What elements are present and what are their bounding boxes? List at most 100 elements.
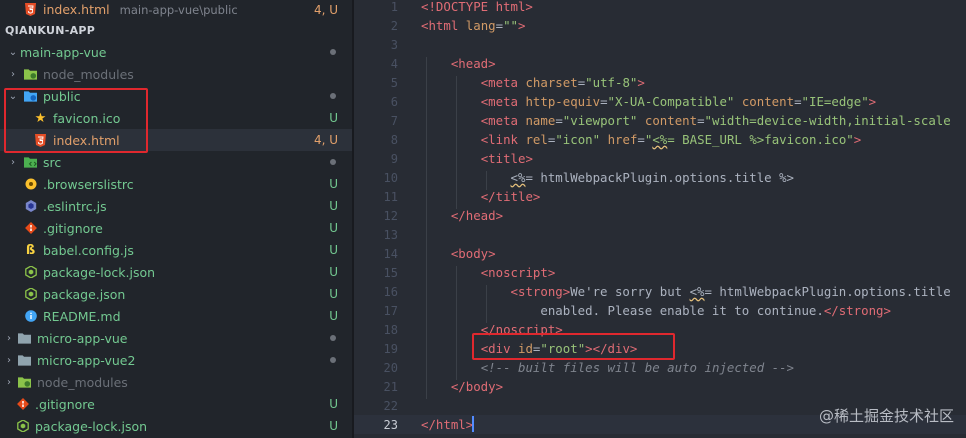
code-line[interactable]: 17 enabled. Please enable it to continue… (354, 301, 966, 320)
code-line[interactable]: 4 <head> (354, 54, 966, 73)
code-line[interactable]: 5 <meta charset="utf-8"> (354, 73, 966, 92)
code-line[interactable]: 8 <link rel="icon" href="<%= BASE_URL %>… (354, 130, 966, 149)
git-badge: U (329, 199, 338, 213)
line-number: 11 (383, 189, 398, 204)
chevron-right-icon: › (7, 332, 11, 344)
chevron-right-icon: › (7, 376, 11, 388)
file-gitignore[interactable]: .gitignore U (0, 217, 352, 239)
code-text: <link rel="icon" href="<%= BASE_URL %>fa… (480, 132, 862, 147)
git-badge: U (329, 221, 338, 235)
code-editor[interactable]: 1 <!DOCTYPE html> 2 <html lang=""> 3 4 <head>… (354, 0, 966, 438)
code-line[interactable]: 21 </body> (354, 377, 966, 396)
tree-item-label: package.json (43, 286, 126, 302)
tree-item-label: babel.config.js (43, 242, 134, 258)
line-number: 16 (383, 284, 398, 299)
folder-micro-app-vue[interactable]: › micro-app-vue (0, 327, 352, 349)
folder-src[interactable]: › src (0, 151, 352, 173)
line-number: 10 (383, 170, 398, 185)
code-line[interactable]: 11 </title> (354, 187, 966, 206)
tree-item-label: node_modules (43, 66, 134, 82)
code-line[interactable]: 20 <!-- built files will be auto injecte… (354, 358, 966, 377)
code-text: <head> (450, 56, 496, 71)
code-text: <%= htmlWebpackPlugin.options.title %> (510, 170, 795, 185)
line-number: 13 (383, 227, 398, 242)
code-line[interactable]: 12 </head> (354, 206, 966, 225)
line-number: 4 (390, 56, 398, 71)
code-line[interactable]: 16 <strong>We're sorry but <%= htmlWebpa… (354, 282, 966, 301)
code-line[interactable]: 7 <meta name="viewport" content="width=d… (354, 111, 966, 130)
code-line[interactable]: 9 <title> (354, 149, 966, 168)
line-number: 19 (383, 341, 398, 356)
line-number: 17 (383, 303, 398, 318)
code-text: </body> (450, 379, 504, 394)
chevron-right-icon: › (11, 68, 15, 80)
line-number: 8 (390, 132, 398, 147)
git-badge: U (329, 397, 338, 411)
tree-item-label: package-lock.json (43, 264, 156, 280)
nodejs-icon (16, 420, 29, 433)
chevron-right-icon: › (11, 156, 15, 168)
code-text: <title> (480, 151, 533, 166)
code-line[interactable]: 15 <noscript> (354, 263, 966, 282)
file-package-lock-json[interactable]: package-lock.json U (0, 261, 352, 283)
git-badge: 4, U (313, 3, 338, 17)
file-root-package-lock-json[interactable]: package-lock.json U (0, 415, 352, 437)
file-root-gitignore[interactable]: .gitignore U (0, 393, 352, 415)
code-text: <!-- built files will be auto injected -… (480, 360, 794, 375)
tree-item-label: micro-app-vue2 (37, 352, 136, 368)
highlight-box-root-div (472, 333, 675, 360)
html-file-icon (24, 3, 37, 16)
modified-dot (330, 357, 336, 363)
tree-item-label: .gitignore (43, 220, 103, 236)
nodejs-icon (24, 288, 37, 301)
git-badge: U (329, 243, 338, 257)
browserslist-icon (24, 178, 37, 191)
chevron-right-icon: › (7, 354, 11, 366)
git-badge: U (329, 419, 338, 433)
line-number: 7 (390, 113, 398, 128)
folder-root-node-modules[interactable]: › node_modules (0, 371, 352, 393)
code-text: enabled. Please enable it to continue.</… (421, 303, 891, 318)
open-editor-path: main-app-vue\public (119, 3, 238, 17)
code-text: <body> (450, 246, 496, 261)
code-line[interactable]: 2 <html lang=""> (354, 16, 966, 35)
line-number: 1 (390, 0, 398, 14)
tree-item-label: .browserslistrc (43, 176, 134, 192)
tree-item-label: package-lock.json (35, 418, 148, 434)
workspace-section-header[interactable]: QIANKUN-APP (0, 20, 352, 40)
git-badge: U (329, 111, 338, 125)
explorer-sidebar: index.html main-app-vue\public 4, U QIANK… (0, 0, 352, 438)
code-text: <noscript> (480, 265, 556, 280)
babel-icon: ß (25, 242, 36, 258)
file-eslintrc[interactable]: .eslintrc.js U (0, 195, 352, 217)
info-icon (24, 310, 37, 323)
code-text: <meta charset="utf-8"> (480, 75, 645, 90)
code-line[interactable]: 10 <%= htmlWebpackPlugin.options.title %… (354, 168, 966, 187)
watermark: @稀土掘金技术社区 (818, 407, 954, 425)
file-readme[interactable]: README.md U (0, 305, 352, 327)
folder-node-modules[interactable]: › node_modules (0, 63, 352, 85)
file-babel-config[interactable]: ß babel.config.js U (0, 239, 352, 261)
code-line[interactable]: 14 <body> (354, 244, 966, 263)
line-number: 21 (383, 379, 398, 394)
git-badge: U (329, 177, 338, 191)
code-text: <html lang=""> (421, 18, 526, 33)
code-line[interactable]: 1 <!DOCTYPE html> (354, 0, 966, 16)
line-number: 22 (383, 398, 398, 413)
git-badge: U (329, 309, 338, 323)
folder-icon (18, 332, 31, 345)
line-number: 6 (390, 94, 398, 109)
src-folder-icon (24, 156, 37, 169)
file-package-json[interactable]: package.json U (0, 283, 352, 305)
file-browserslistrc[interactable]: .browserslistrc U (0, 173, 352, 195)
folder-micro-app-vue2[interactable]: › micro-app-vue2 (0, 349, 352, 371)
open-editor-item[interactable]: index.html main-app-vue\public 4, U (0, 0, 352, 19)
code-line[interactable]: 3 (354, 35, 966, 54)
modified-dot (330, 159, 336, 165)
code-text: <!DOCTYPE html> (421, 0, 533, 14)
code-line[interactable]: 6 <meta http-equiv="X-UA-Compatible" con… (354, 92, 966, 111)
git-icon (24, 222, 37, 235)
tree-item-label: main-app-vue (20, 44, 107, 60)
code-line[interactable]: 13 (354, 225, 966, 244)
folder-main-app-vue[interactable]: ⌄ main-app-vue (0, 41, 352, 63)
